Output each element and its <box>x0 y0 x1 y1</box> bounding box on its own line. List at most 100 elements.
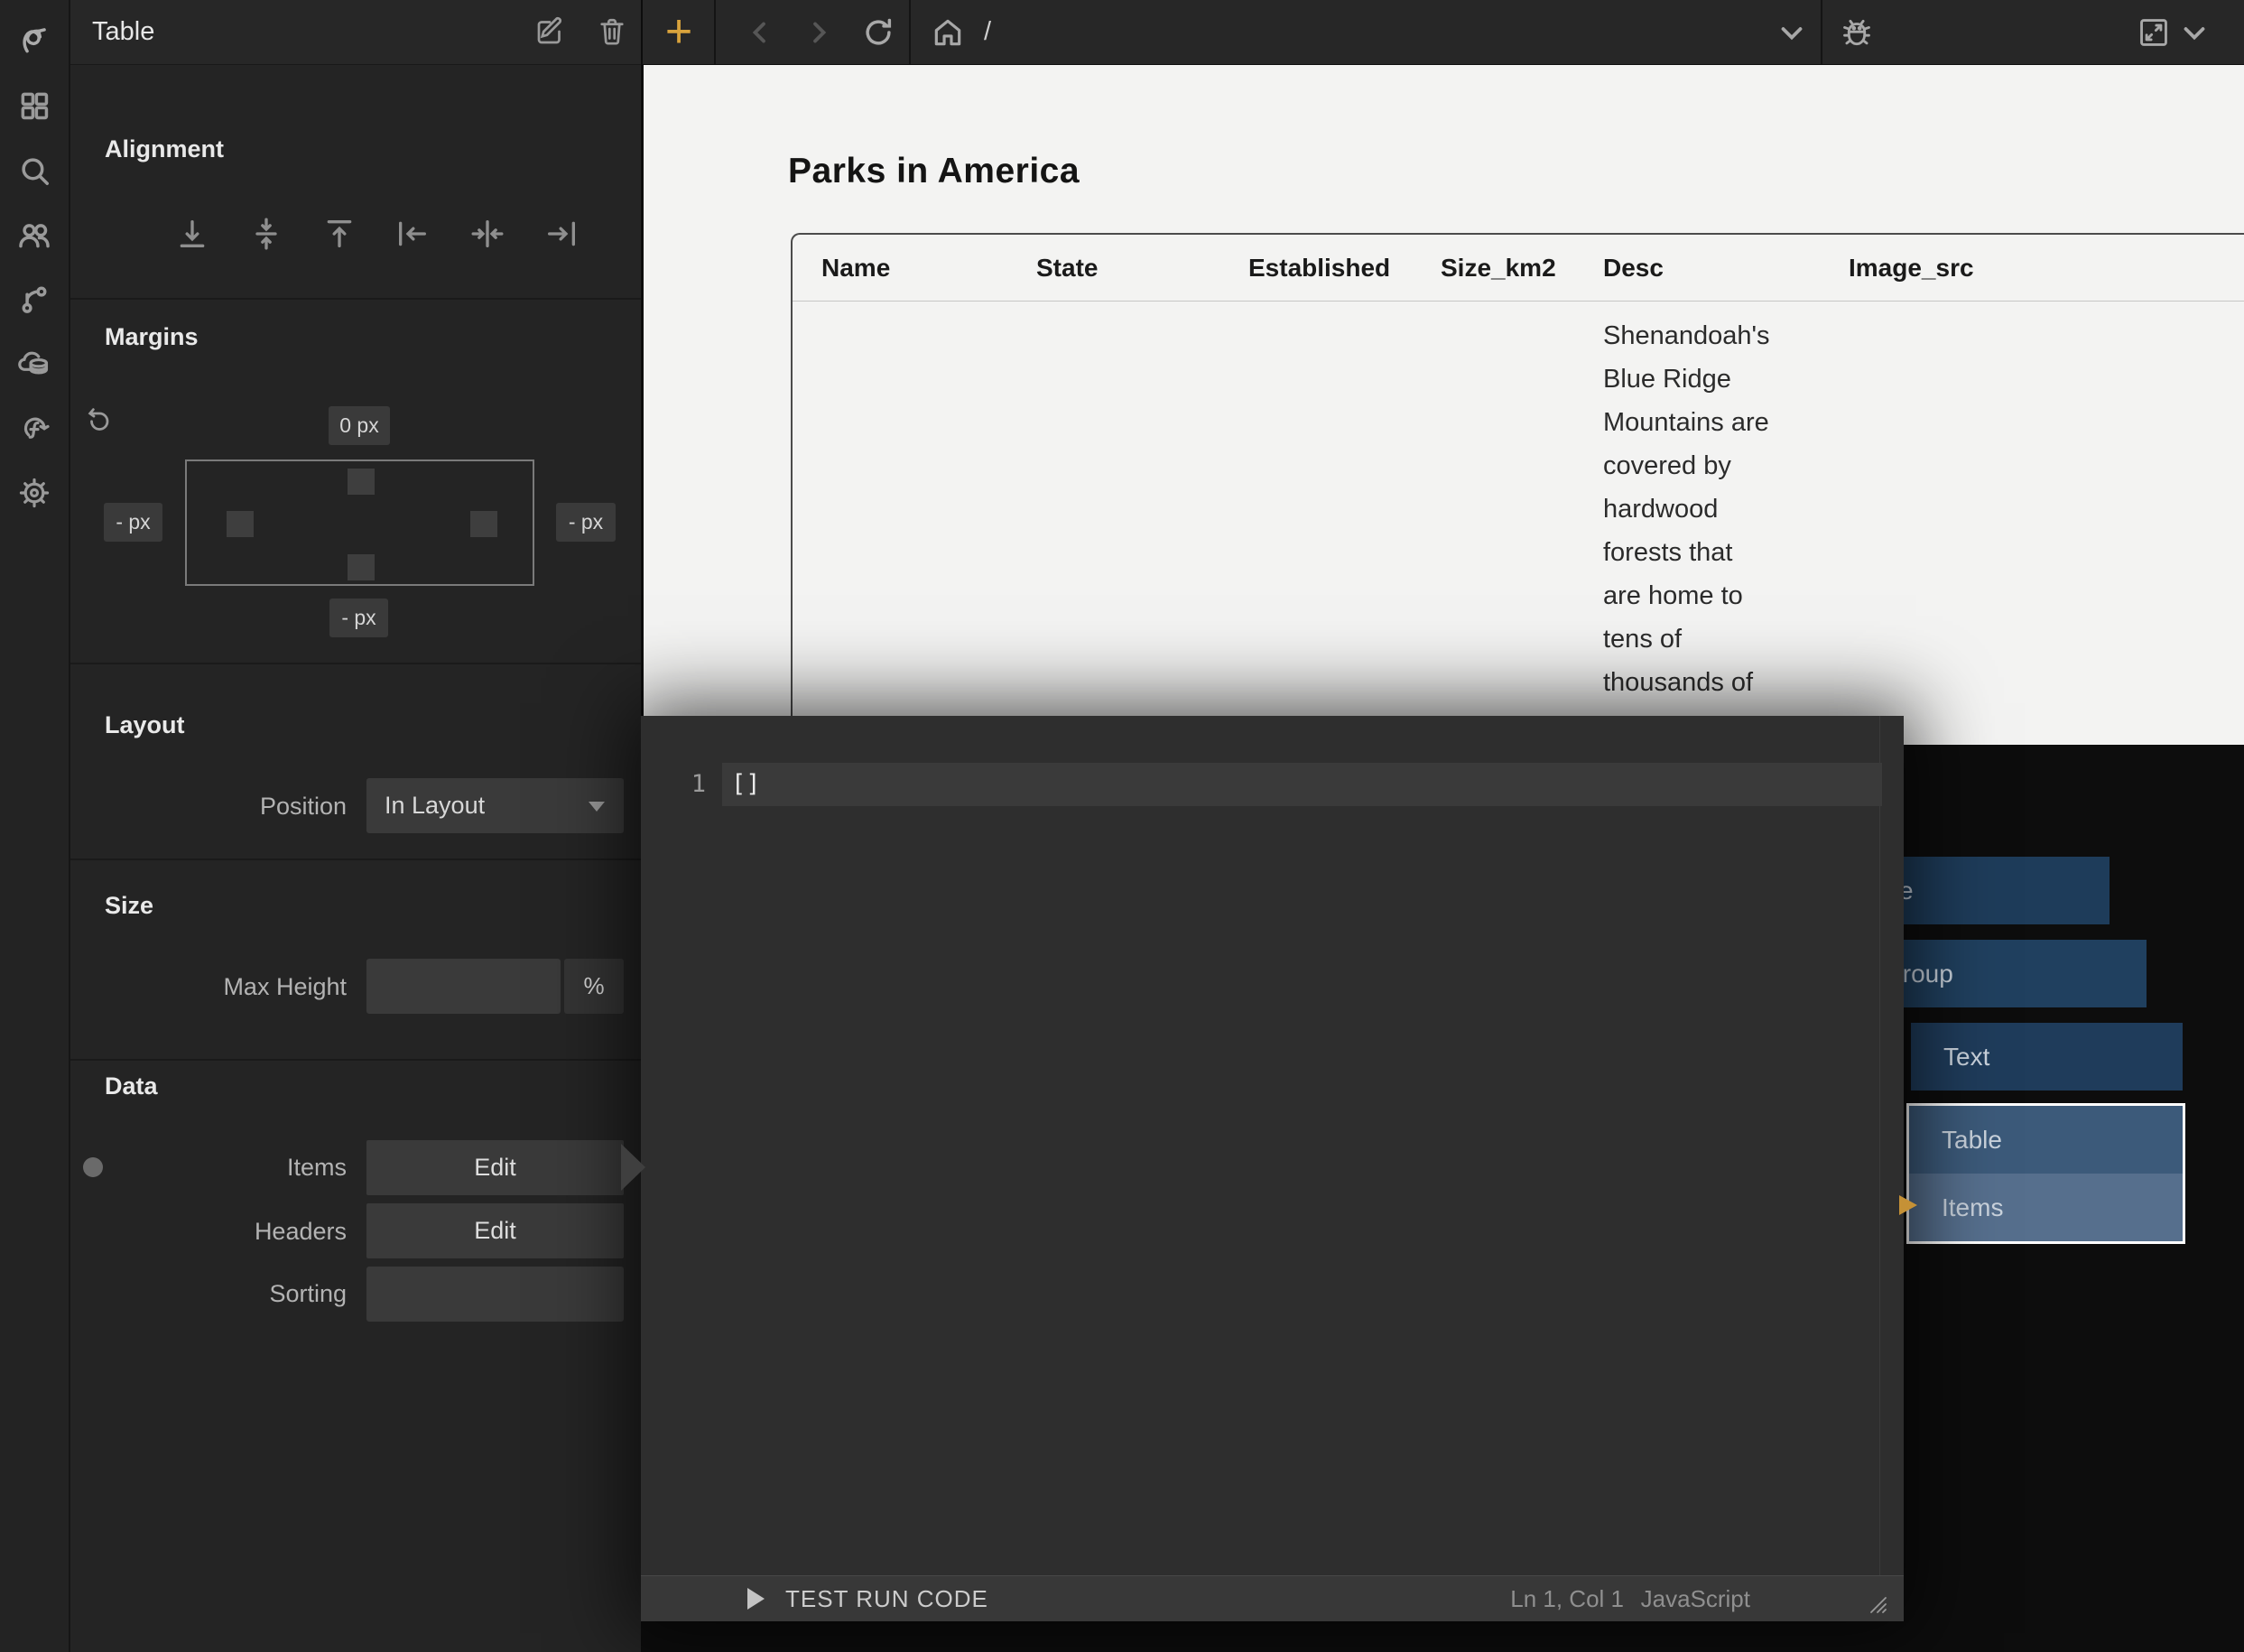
align-right-icon[interactable] <box>543 216 580 252</box>
items-edit-connector <box>621 1144 645 1191</box>
items-edit-button[interactable]: Edit <box>366 1140 624 1195</box>
margin-right-input[interactable]: - px <box>556 503 616 542</box>
inspector-title: Table <box>92 0 154 64</box>
nav-forward-icon[interactable] <box>802 15 836 50</box>
nav-back-icon[interactable] <box>743 15 777 50</box>
rename-icon[interactable] <box>533 15 566 48</box>
align-vertical-center-icon[interactable] <box>248 216 284 252</box>
tree-block-group[interactable]: Group <box>1870 940 2147 1007</box>
items-connection-port[interactable] <box>83 1157 103 1177</box>
tree-block-table-header[interactable]: Table <box>1909 1106 2183 1174</box>
max-height-label: Max Height <box>112 973 347 1001</box>
resize-handle-icon[interactable] <box>1868 1594 1889 1616</box>
headers-edit-button[interactable]: Edit <box>366 1203 624 1258</box>
desc-line: Shenandoah's <box>1603 314 1811 357</box>
top-toolbar: + / <box>643 0 2244 64</box>
inspector-panel: Table Alignment Margins 0 px <box>70 0 641 1652</box>
position-dropdown[interactable]: In Layout <box>366 778 624 833</box>
table-header-row: Name State Established Size_km2 Desc Image_sr… <box>793 235 2244 302</box>
alignment-section-label: Alignment <box>105 135 224 163</box>
preview-chevron-icon[interactable] <box>2177 15 2212 50</box>
margin-left-handle[interactable] <box>227 511 254 537</box>
test-run-code-button[interactable]: TEST RUN CODE <box>785 1576 988 1621</box>
position-dropdown-value: In Layout <box>385 778 485 833</box>
data-section-label: Data <box>105 1072 158 1100</box>
table-cell-desc: Shenandoah'sBlue RidgeMountains arecover… <box>1603 314 1811 704</box>
dashboard-grid-icon[interactable] <box>17 88 51 123</box>
debug-bug-icon[interactable] <box>1840 15 1874 50</box>
desc-line: tens of <box>1603 617 1811 661</box>
table-header-state[interactable]: State <box>1036 235 1098 301</box>
toolbar-divider <box>714 0 716 64</box>
tree-block-table-label: Table <box>1942 1106 2002 1174</box>
settings-gear-icon[interactable] <box>17 476 51 510</box>
margin-bottom-input[interactable]: - px <box>329 599 388 637</box>
code-line[interactable]: [] <box>731 763 761 806</box>
refresh-icon[interactable] <box>861 15 895 50</box>
play-icon[interactable] <box>747 1588 765 1610</box>
toolbar-divider <box>1821 0 1822 64</box>
desc-line: Blue Ridge <box>1603 357 1811 401</box>
parks-table[interactable]: Name State Established Size_km2 Desc Image_sr… <box>791 233 2244 747</box>
active-line-highlight <box>722 763 1882 806</box>
home-icon[interactable] <box>931 15 965 50</box>
size-section-label: Size <box>105 892 153 920</box>
margin-right-handle[interactable] <box>470 511 497 537</box>
app-logo-icon[interactable] <box>17 23 51 57</box>
max-height-input[interactable] <box>366 959 561 1014</box>
users-icon[interactable] <box>17 218 51 252</box>
desc-line: hardwood <box>1603 487 1811 531</box>
app-canvas[interactable]: Parks in America Name State Established Siz… <box>644 65 2244 745</box>
sorting-input[interactable] <box>366 1267 624 1322</box>
table-header-name[interactable]: Name <box>821 235 890 301</box>
tree-block-text-label: Text <box>1943 1023 1989 1091</box>
add-component-button[interactable]: + <box>661 7 697 57</box>
tree-block-items-row[interactable]: Items <box>1909 1174 2183 1241</box>
tree-block-table-selected[interactable]: Table Items <box>1906 1103 2185 1244</box>
margin-top-handle[interactable] <box>348 469 375 495</box>
margin-bottom-handle[interactable] <box>348 554 375 580</box>
search-icon[interactable] <box>17 153 51 188</box>
sorting-label: Sorting <box>112 1280 347 1308</box>
page-selector-chevron-icon[interactable] <box>1775 15 1809 50</box>
align-top-icon[interactable] <box>321 216 357 252</box>
position-label: Position <box>112 793 347 821</box>
max-height-unit[interactable]: % <box>564 959 624 1014</box>
editor-footer-bar: TEST RUN CODE Ln 1, Col 1 JavaScript <box>641 1575 1904 1621</box>
table-header-desc[interactable]: Desc <box>1603 235 1664 301</box>
margins-section-label: Margins <box>105 323 199 351</box>
align-left-icon[interactable] <box>394 216 431 252</box>
align-bottom-icon[interactable] <box>174 216 210 252</box>
line-number: 1 <box>641 763 706 806</box>
table-header-image_src[interactable]: Image_src <box>1849 235 1974 301</box>
desc-line: covered by <box>1603 444 1811 487</box>
margin-left-input[interactable]: - px <box>104 503 162 542</box>
section-divider <box>70 663 641 664</box>
align-horizontal-center-icon[interactable] <box>469 216 505 252</box>
section-divider <box>70 298 641 300</box>
git-branch-icon[interactable] <box>17 282 51 316</box>
items-binding-arrow-icon <box>1899 1195 1917 1215</box>
table-header-size_km2[interactable]: Size_km2 <box>1441 235 1556 301</box>
chevron-down-icon <box>589 802 605 812</box>
language-label[interactable]: JavaScript <box>1641 1576 1750 1621</box>
tree-block-text[interactable]: Text <box>1911 1023 2183 1091</box>
desc-line: forests that <box>1603 531 1811 574</box>
section-divider <box>70 1059 641 1061</box>
expand-fullscreen-icon[interactable] <box>2137 15 2171 50</box>
desc-line: thousands of <box>1603 661 1811 704</box>
section-divider <box>70 858 641 860</box>
toolbar-divider <box>909 0 911 64</box>
delete-icon[interactable] <box>596 15 628 48</box>
table-header-established[interactable]: Established <box>1248 235 1390 301</box>
cloud-function-icon[interactable] <box>17 411 51 445</box>
editor-right-gutter <box>1879 716 1880 1575</box>
page-title: Parks in America <box>788 152 1080 191</box>
cloud-database-icon[interactable] <box>17 347 51 381</box>
page-path[interactable]: / <box>984 0 991 64</box>
code-editor-overlay[interactable]: 1 [] TEST RUN CODE Ln 1, Col 1 JavaScrip… <box>641 716 1904 1620</box>
headers-label: Headers <box>112 1218 347 1246</box>
tree-block-items-label: Items <box>1942 1174 2003 1241</box>
margin-top-input[interactable]: 0 px <box>329 406 390 445</box>
reset-margins-icon[interactable] <box>85 404 112 432</box>
